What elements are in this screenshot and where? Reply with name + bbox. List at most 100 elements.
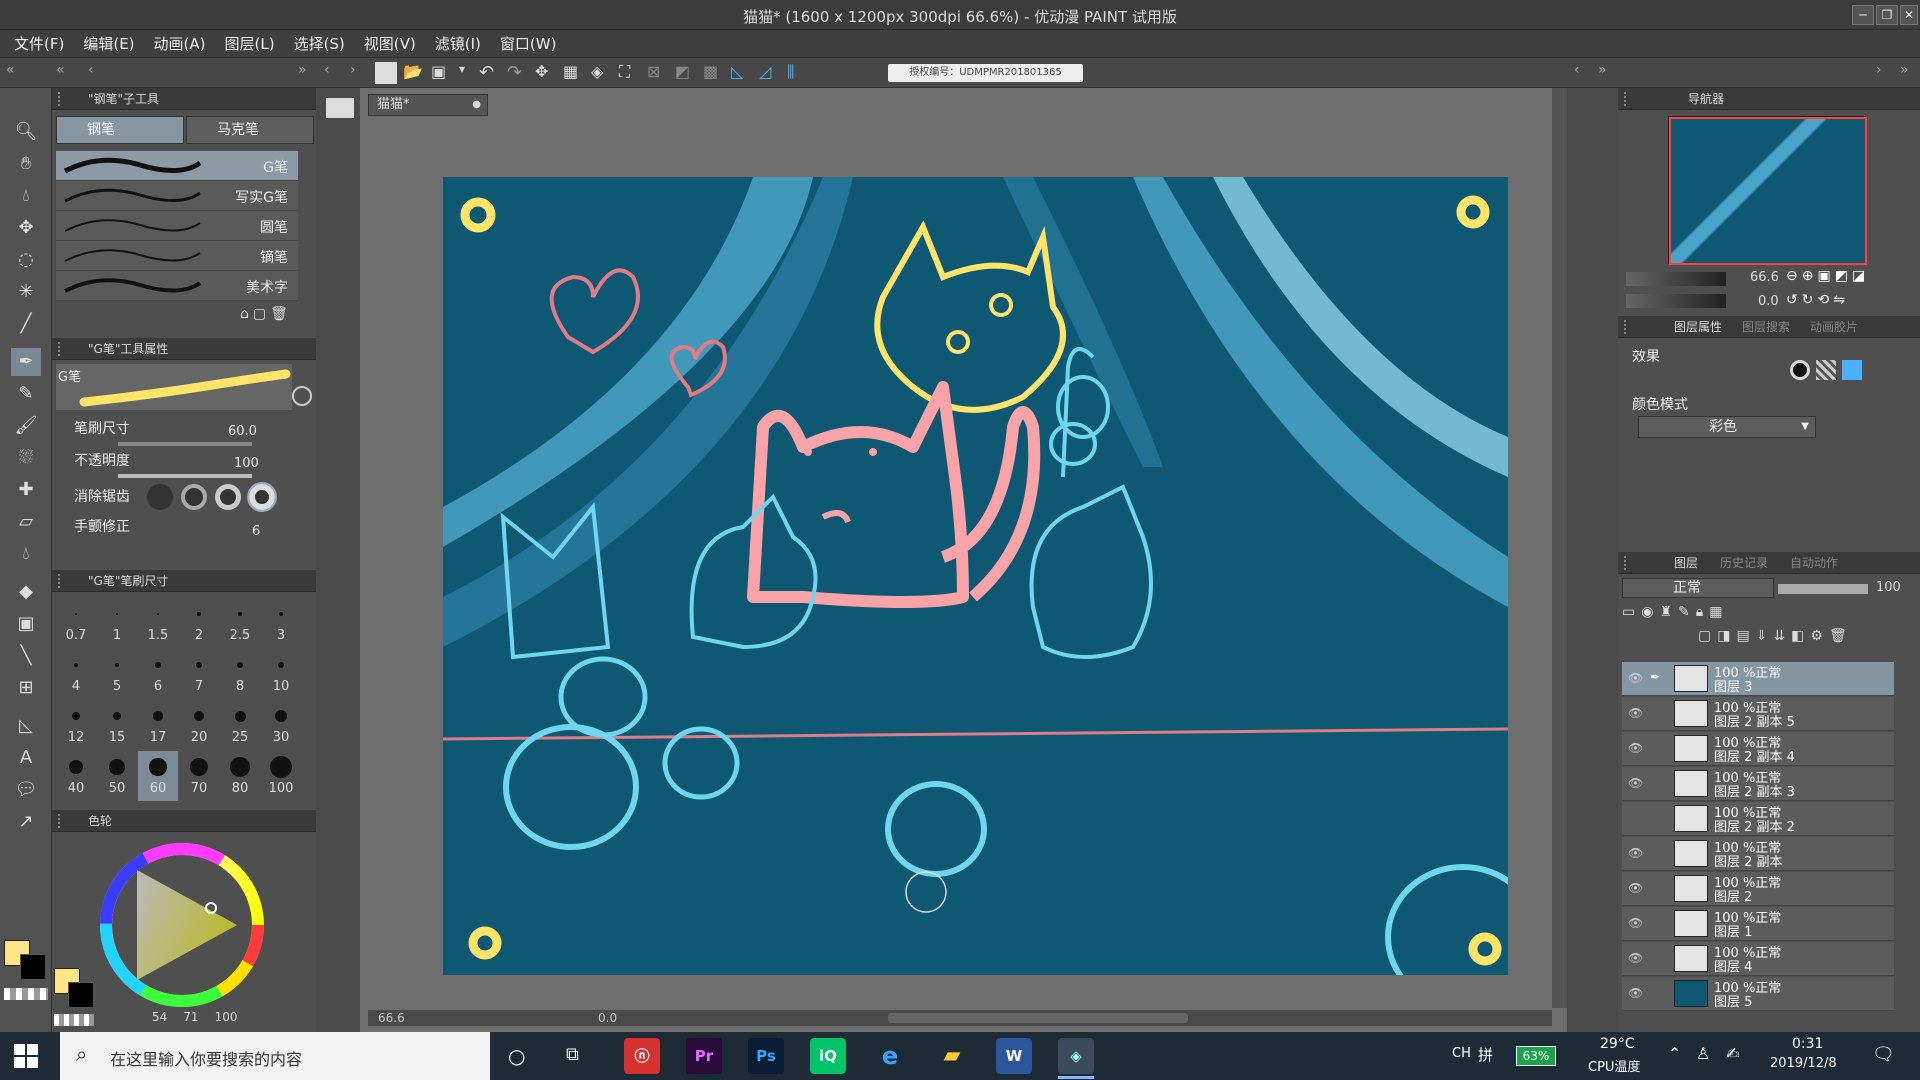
eraser-tool-icon[interactable]: ▱ bbox=[11, 508, 41, 536]
ime-mode[interactable]: 拼 bbox=[1478, 1044, 1493, 1065]
brush-size-option[interactable]: 100 bbox=[261, 751, 301, 801]
ime-lang[interactable]: CH bbox=[1452, 1046, 1471, 1061]
battery-indicator[interactable]: 63% bbox=[1516, 1046, 1556, 1066]
collapse-right2-icon[interactable]: » bbox=[1900, 62, 1909, 78]
fill-icon[interactable]: ▦ bbox=[563, 62, 585, 84]
color-mode-select[interactable]: 彩色 ▼ bbox=[1638, 416, 1816, 438]
snap-special-icon[interactable]: ◿ bbox=[759, 62, 781, 84]
decoration-tool-icon[interactable]: ✚ bbox=[11, 476, 41, 504]
gradient-tool-icon[interactable]: ▣ bbox=[11, 610, 41, 638]
balloon-tool-icon[interactable]: 💬︎ bbox=[11, 776, 41, 804]
tone-effect-icon[interactable] bbox=[1816, 360, 1836, 380]
antialias-medium-option[interactable] bbox=[215, 484, 241, 510]
new-folder-icon[interactable]: ▤ bbox=[1736, 628, 1749, 650]
arrow-right-icon[interactable]: › bbox=[1876, 62, 1882, 78]
undo-icon[interactable]: ↶ bbox=[479, 62, 501, 84]
reset-rotate-icon[interactable]: ⟲ bbox=[1817, 292, 1829, 308]
brush-tool-icon[interactable]: 🖌︎ bbox=[11, 412, 41, 440]
antialias-strong-option[interactable] bbox=[247, 482, 277, 512]
antialias-weak-option[interactable] bbox=[181, 484, 207, 510]
brush-size-option[interactable]: 1.5 bbox=[138, 598, 178, 648]
brush-size-option[interactable]: 1 bbox=[97, 598, 137, 648]
eye-icon[interactable]: 👁︎ bbox=[1628, 776, 1644, 790]
blend-mode-select[interactable]: 正常 bbox=[1622, 578, 1774, 598]
tab-marker[interactable]: 马克笔 bbox=[186, 116, 314, 144]
clear-icon[interactable]: ✥ bbox=[535, 62, 557, 84]
grid-icon[interactable]: ▩ bbox=[703, 62, 725, 84]
tab-layer-search[interactable]: 图层搜索 bbox=[1742, 316, 1790, 337]
preview-zoom-icon[interactable] bbox=[292, 386, 312, 406]
brush-size-option[interactable]: 0.7 bbox=[56, 598, 96, 648]
layer-row[interactable]: 👁︎ 100 %正常 图层 5 bbox=[1622, 977, 1894, 1011]
sub-color-swatch[interactable] bbox=[20, 954, 46, 980]
subtool-delete-icon[interactable]: 🗑︎ bbox=[270, 306, 288, 322]
new-file-icon[interactable] bbox=[375, 62, 397, 84]
rotate-left-icon[interactable]: ↺ bbox=[1786, 292, 1798, 308]
layer-opacity-value[interactable]: 100 bbox=[1876, 580, 1901, 595]
menu-window[interactable]: 窗口(W) bbox=[500, 33, 557, 54]
layer-row[interactable]: 👁︎ 100 %正常 图层 2 副本 3 bbox=[1622, 767, 1894, 801]
premiere-icon[interactable]: Pr bbox=[686, 1038, 722, 1074]
menu-select[interactable]: 选择(S) bbox=[294, 33, 345, 54]
flip-h-icon[interactable]: ◩ bbox=[1835, 268, 1848, 284]
draft-layer-icon[interactable]: ✎ bbox=[1678, 604, 1690, 626]
blend-tool-icon[interactable]: 💧︎ bbox=[11, 540, 41, 568]
menu-layer[interactable]: 图层(L) bbox=[225, 33, 275, 54]
brush-size-option[interactable]: 6 bbox=[138, 649, 178, 699]
brush-size-option[interactable]: 50 bbox=[97, 751, 137, 801]
merge-visible-icon[interactable]: ⇊ bbox=[1773, 628, 1785, 650]
brush-size-option[interactable]: 30 bbox=[261, 700, 301, 750]
collapse-right-icon[interactable]: » bbox=[298, 62, 307, 78]
arrow-left-icon[interactable]: ‹ bbox=[324, 62, 330, 78]
brush-size-option[interactable]: 20 bbox=[179, 700, 219, 750]
collapse-right-icon[interactable]: » bbox=[1598, 62, 1607, 78]
eye-icon[interactable]: 👁︎ bbox=[1628, 986, 1644, 1000]
airbrush-tool-icon[interactable]: ⛆ bbox=[11, 444, 41, 472]
eye-icon[interactable]: 👁︎ bbox=[1628, 881, 1644, 895]
layer-row[interactable]: 👁︎ 100 %正常 图层 4 bbox=[1622, 942, 1894, 976]
layer-row[interactable]: 👁︎ 100 %正常 图层 2 副本 5 bbox=[1622, 697, 1894, 731]
open-folder-icon[interactable]: 📂 bbox=[403, 62, 425, 84]
collapse-left2-icon[interactable]: « bbox=[56, 62, 65, 78]
chevron-down-icon[interactable]: ▾ bbox=[459, 62, 473, 84]
redo-icon[interactable]: ↷ bbox=[507, 62, 529, 84]
snap-ruler-icon[interactable]: ◺ bbox=[731, 62, 753, 84]
correct-line-tool-icon[interactable]: ↗ bbox=[11, 808, 41, 836]
new-layer-icon[interactable]: ▢ bbox=[1698, 628, 1711, 650]
navigator-zoom-value[interactable]: 66.6 bbox=[1750, 270, 1779, 285]
notification-icon[interactable]: 🗨︎ bbox=[1872, 1044, 1895, 1065]
ruler-tool-icon[interactable]: ◺ bbox=[11, 712, 41, 740]
layer-row[interactable]: 👁︎ ✒ 100 %正常 图层 3 bbox=[1622, 662, 1894, 696]
tab-animation-cels[interactable]: 动画胶片 bbox=[1810, 316, 1858, 337]
crop-icon[interactable]: ⊠ bbox=[647, 62, 669, 84]
wheel-sub-color[interactable] bbox=[68, 982, 94, 1008]
tab-history[interactable]: 历史记录 bbox=[1720, 552, 1768, 573]
photoshop-icon[interactable]: Ps bbox=[748, 1038, 784, 1074]
brush-size-option[interactable]: 4 bbox=[56, 649, 96, 699]
layer-row[interactable]: 👁︎ 100 %正常 图层 2 副本 4 bbox=[1622, 732, 1894, 766]
navigator-thumbnail[interactable] bbox=[1668, 116, 1867, 265]
tab-pen[interactable]: 钢笔 bbox=[56, 116, 184, 144]
zoom-out-icon[interactable]: ⊖ bbox=[1786, 268, 1798, 284]
transparent-color-swatch[interactable] bbox=[4, 988, 48, 1000]
brush-size-value[interactable]: 60.0 bbox=[228, 424, 257, 439]
horizontal-scrollbar[interactable] bbox=[888, 1013, 1188, 1023]
brush-size-option[interactable]: 80 bbox=[220, 751, 260, 801]
eye-icon[interactable]: 👁︎ bbox=[1628, 671, 1644, 685]
subtool-settings-icon[interactable]: ⌂ bbox=[240, 306, 249, 322]
canvas-tab[interactable]: 猫猫* ● bbox=[368, 94, 488, 116]
opacity-value[interactable]: 100 bbox=[234, 456, 259, 471]
fill-tool-icon[interactable]: ◆ bbox=[11, 578, 41, 606]
brush-size-option[interactable]: 25 bbox=[220, 700, 260, 750]
rotate-right-icon[interactable]: ↻ bbox=[1802, 292, 1814, 308]
maximize-button[interactable]: ❐ bbox=[1876, 5, 1898, 25]
navigator-zoom-slider[interactable] bbox=[1626, 272, 1726, 286]
color-wheel[interactable] bbox=[97, 840, 267, 1010]
eye-icon[interactable]: 👁︎ bbox=[1628, 916, 1644, 930]
arrow-left-icon[interactable]: ‹ bbox=[88, 62, 94, 78]
save-icon[interactable]: ▣ bbox=[431, 62, 453, 84]
bucket-icon[interactable]: ◈ bbox=[591, 62, 613, 84]
taskbar-search-box[interactable]: ⌕ 在这里输入你要搜索的内容 bbox=[60, 1032, 490, 1080]
brush-size-option[interactable]: 2 bbox=[179, 598, 219, 648]
opacity-slider[interactable] bbox=[118, 474, 252, 478]
